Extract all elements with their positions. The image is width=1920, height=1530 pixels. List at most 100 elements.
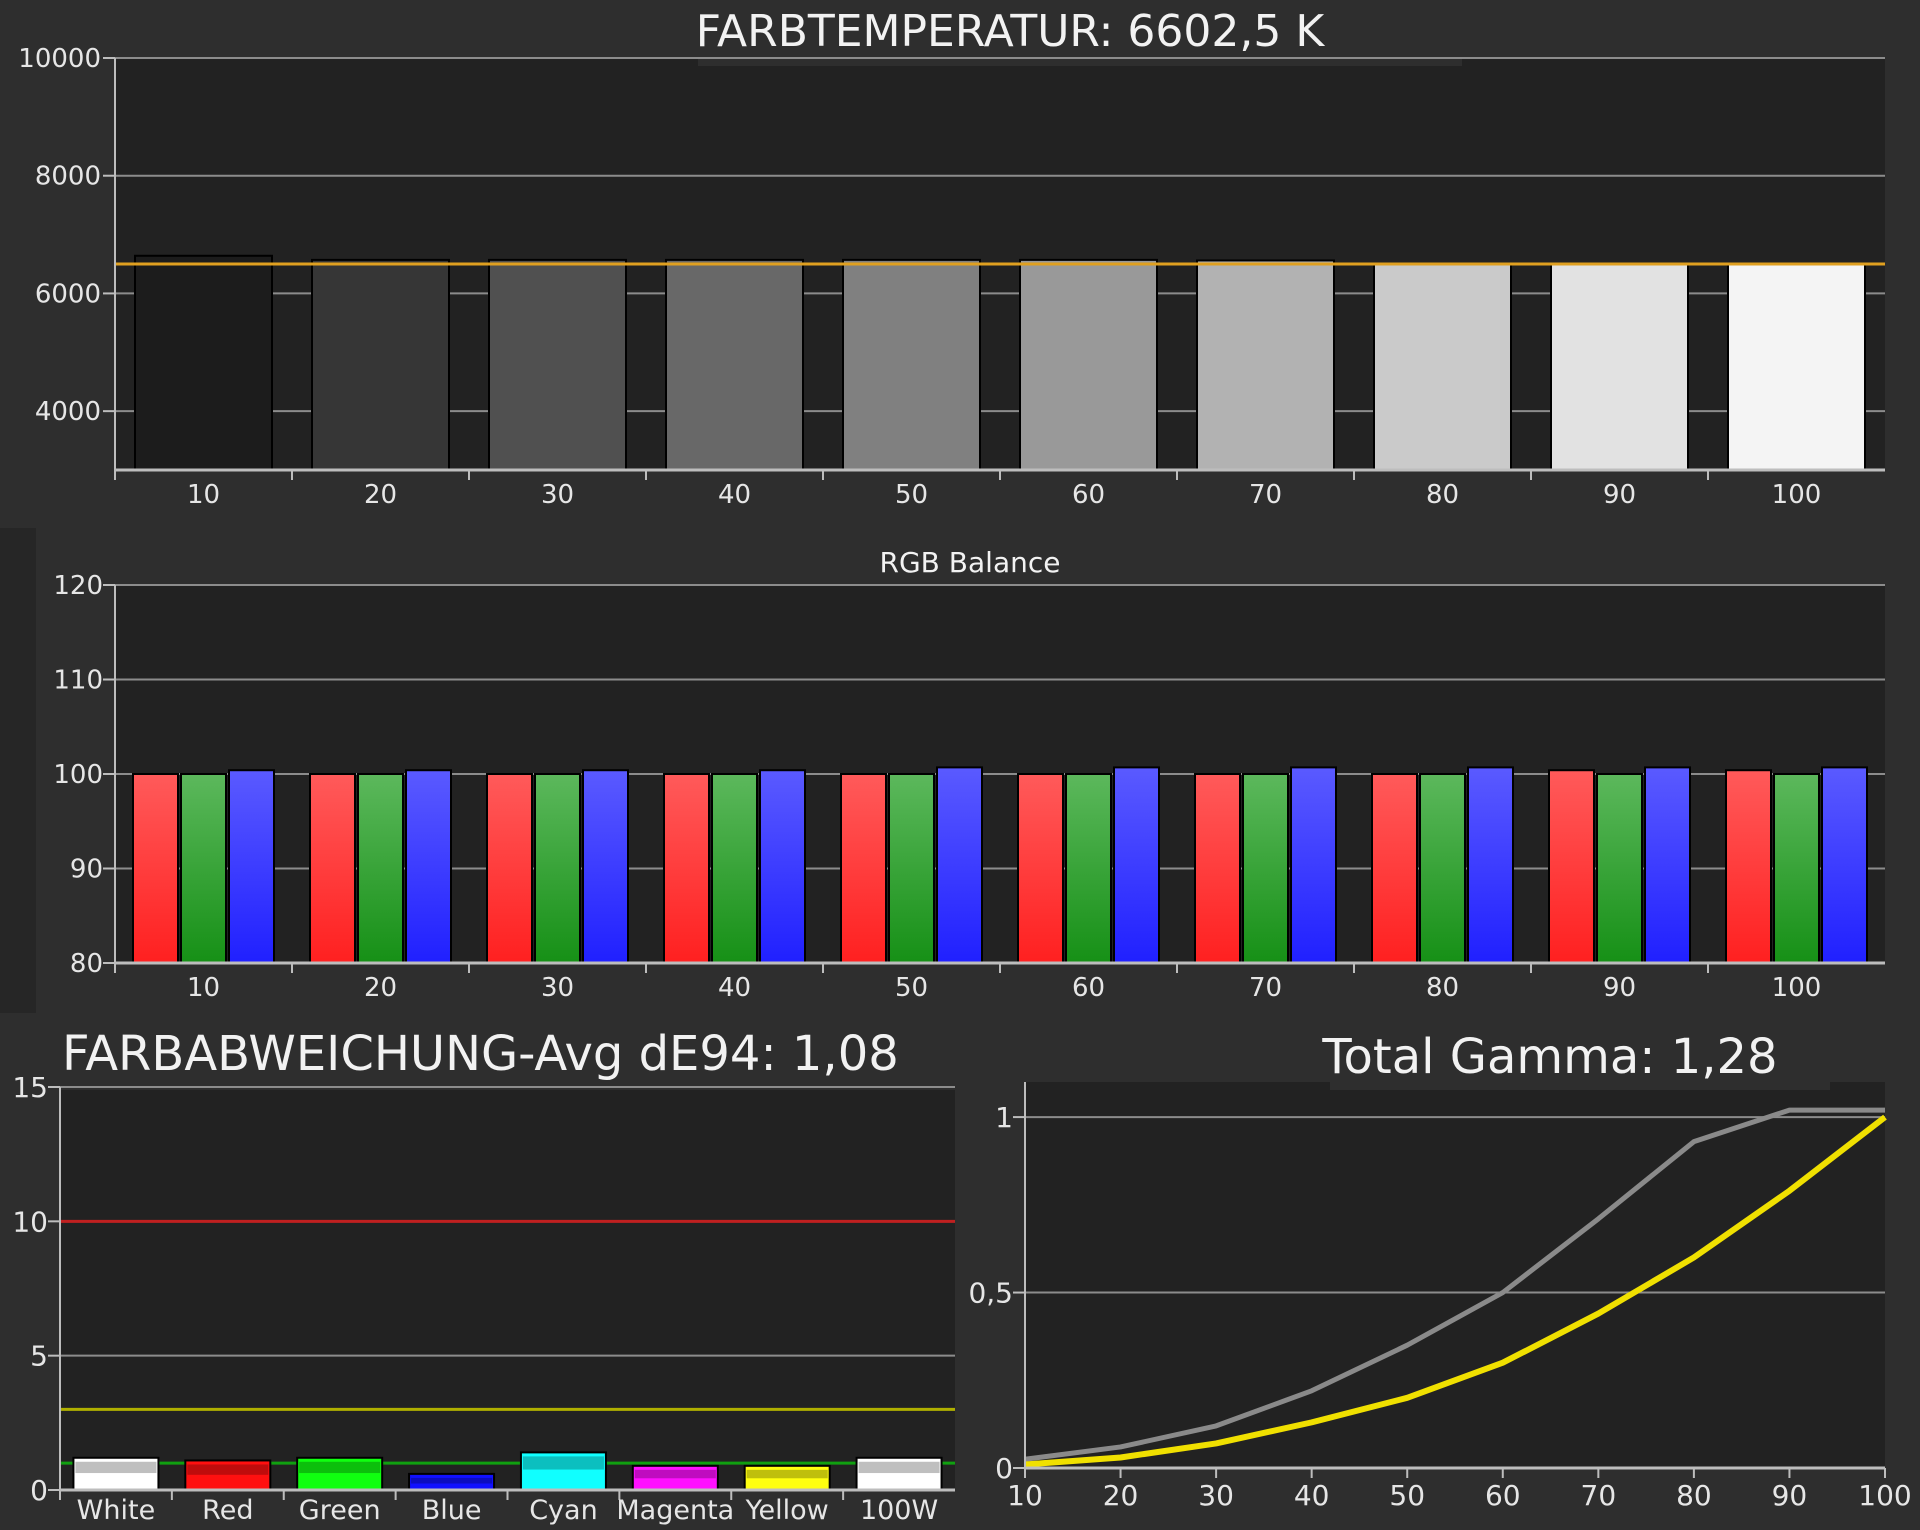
total-gamma-plot-area [1025,1082,1885,1468]
deviation-bar-shading [522,1456,604,1470]
rgb-bar [357,773,404,964]
rgb-bar [486,773,533,964]
x-tick-label: 20 [364,480,397,510]
rgb-bar [582,769,629,964]
y-tick-label: 120 [53,571,103,601]
temperature-bar [311,258,450,471]
rgb-bar [888,773,935,964]
x-tick-label: 50 [895,973,928,1003]
y-tick-label: 1 [995,1101,1013,1134]
color-deviation-panel: FARBABWEICHUNG-Avg dE94: 1,08 0 5 10 15 Whi… [12,1026,955,1526]
rgb-bar [309,773,356,964]
x-tick-label: 80 [1426,480,1459,510]
x-tick-label: Blue [422,1495,482,1526]
x-tick-label: 50 [895,480,928,510]
temperature-bar [1727,263,1866,471]
rgb-bar [1467,766,1514,965]
x-tick-label: Red [202,1495,253,1526]
deviation-bar-shading [75,1461,157,1474]
x-tick-label: 80 [1426,973,1459,1003]
temperature-bar [1550,263,1689,471]
x-tick-label: Green [299,1495,381,1526]
color-deviation-title: FARBABWEICHUNG-Avg dE94: 1,08 [62,1026,899,1082]
deviation-bar-shading [187,1464,269,1475]
rgb-bar [1548,769,1595,964]
y-tick-label: 100 [53,760,103,790]
temperature-bar [1196,259,1335,471]
rgb-bar [1194,773,1241,964]
rgb-bar [759,769,806,964]
y-tick-label: 15 [12,1071,48,1104]
rgb-bar [1821,766,1868,965]
rgb-bar [1290,766,1337,965]
rgb-bar [1596,773,1643,964]
temperature-bar [842,258,981,471]
x-tick-label: 20 [1103,1479,1139,1512]
x-tick-label: Cyan [529,1495,598,1526]
y-tick-label: 5 [30,1340,48,1373]
color-temperature-panel: FARBTEMPERATUR: 6602,5 K 4000 6000 8000 100… [18,2,1885,510]
x-tick-label: 30 [541,480,574,510]
rgb-balance-left-strip [0,528,36,1013]
temperature-bar [1373,263,1512,471]
x-tick-label: 70 [1249,480,1282,510]
x-tick-label: White [77,1495,156,1526]
rgb-bar [1644,766,1691,965]
color-deviation-plot-area [60,1090,955,1490]
deviation-bar-shading [858,1461,940,1474]
x-tick-label: 100 [1858,1479,1911,1512]
rgb-bar [1113,766,1160,965]
rgb-bar [936,766,983,965]
rgb-bar [1242,773,1289,964]
y-tick-label: 8000 [35,162,101,192]
color-temperature-title: FARBTEMPERATUR: 6602,5 K [696,6,1326,57]
y-tick-label: 110 [53,666,103,696]
deviation-bar-shading [411,1477,493,1484]
total-gamma-title: Total Gamma: 1,28 [1321,1029,1777,1085]
rgb-bar [1725,769,1772,964]
temperature-bar [488,258,627,471]
x-tick-label: 10 [187,480,220,510]
rgb-bar [534,773,581,964]
rgb-bar [663,773,710,964]
x-tick-label: 70 [1249,973,1282,1003]
y-tick-label: 0,5 [968,1277,1013,1310]
x-tick-label: 30 [1198,1479,1234,1512]
x-tick-label: 90 [1603,480,1636,510]
x-tick-label: 40 [718,480,751,510]
x-tick-label: 100 [1772,973,1822,1003]
x-tick-label: 60 [1072,973,1105,1003]
x-tick-label: Yellow [745,1495,829,1526]
x-tick-label: 100 [1772,480,1822,510]
rgb-bar [1773,773,1820,964]
y-tick-label: 10000 [18,44,101,74]
rgb-bar [405,769,452,964]
x-tick-label: 60 [1072,480,1105,510]
deviation-bar-shading [746,1469,828,1479]
rgb-bar [1017,773,1064,964]
y-tick-label: 6000 [35,279,101,309]
x-tick-label: 70 [1581,1479,1617,1512]
x-tick-label: 50 [1389,1479,1425,1512]
x-tick-label: 80 [1676,1479,1712,1512]
rgb-bar [1065,773,1112,964]
x-tick-label: 10 [187,973,220,1003]
x-tick-label: 30 [541,973,574,1003]
deviation-bar-shading [299,1461,381,1474]
rgb-bar [840,773,887,964]
total-gamma-panel: Total Gamma: 1,28 00,51 10 20 30 40 50 60 70 80… [968,1029,1911,1512]
x-tick-label: 20 [364,973,397,1003]
deviation-bar-shading [634,1469,716,1479]
y-tick-label: 10 [12,1205,48,1238]
x-tick-label: 60 [1485,1479,1521,1512]
temperature-bar [665,258,804,471]
x-tick-label: 10 [1007,1479,1043,1512]
temperature-bar [1019,258,1158,471]
x-tick-label: 40 [718,973,751,1003]
x-tick-label: 90 [1772,1479,1808,1512]
rgb-bar [711,773,758,964]
x-tick-label: 100W [860,1495,938,1526]
rgb-bar [180,773,227,964]
rgb-bar [228,769,275,964]
temperature-bar [134,254,273,471]
